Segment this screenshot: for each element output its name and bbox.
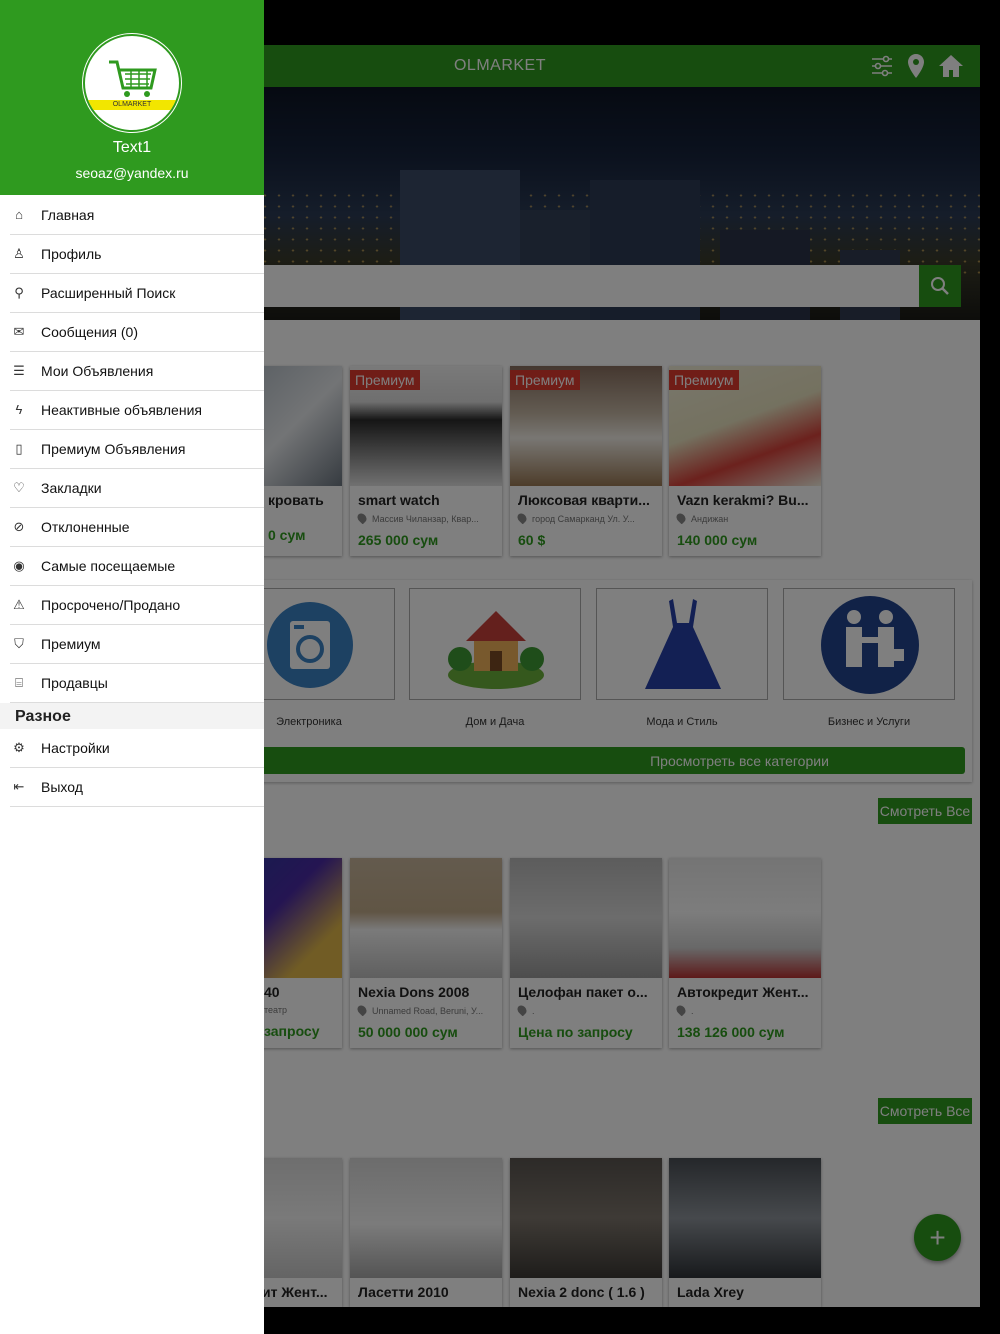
menu-item-rejected[interactable]: ⊘ Отклоненные <box>10 508 264 547</box>
menu-item-label: Премиум Объявления <box>41 441 186 457</box>
drawer-menu: ⌂ Главная ♙ Профиль ⚲ Расширенный Поиск ✉ Со… <box>0 196 264 807</box>
menu-item-most-visited[interactable]: ◉ Самые посещаемые <box>10 547 264 586</box>
logo-text: OLMARKET <box>87 100 177 110</box>
menu-item-profile[interactable]: ♙ Профиль <box>10 235 264 274</box>
home-icon: ⌂ <box>15 207 23 222</box>
menu-item-logout[interactable]: ⇤ Выход <box>10 768 264 807</box>
menu-item-expired-sold[interactable]: ⚠ Просрочено/Продано <box>10 586 264 625</box>
menu-item-label: Профиль <box>41 246 102 262</box>
bookmark-icon: ▯ <box>15 441 23 456</box>
navigation-drawer: OLMARKET Text1 seoaz@yandex.ru ⌂ Главная … <box>0 0 264 1334</box>
menu-item-label: Мои Объявления <box>41 363 154 379</box>
user-name: Text1 <box>112 139 152 156</box>
menu-item-label: Отклоненные <box>41 519 130 535</box>
menu-item-label: Продавцы <box>41 675 108 691</box>
menu-item-label: Неактивные объявления <box>41 402 202 418</box>
bag-icon: ⛉ <box>14 636 24 651</box>
menu-item-settings[interactable]: ⚙ Настройки <box>10 729 264 768</box>
store-icon: ⌸ <box>15 675 23 690</box>
menu-item-premium[interactable]: ⛉ Премиум <box>10 625 264 664</box>
menu-item-home[interactable]: ⌂ Главная <box>10 196 264 235</box>
menu-item-bookmarks[interactable]: ♡ Закладки <box>10 469 264 508</box>
blocked-icon: ⊘ <box>13 519 25 534</box>
shopping-cart-icon <box>109 60 157 97</box>
menu-item-label: Закладки <box>41 480 102 496</box>
menu-item-label: Просрочено/Продано <box>41 597 181 613</box>
heart-icon: ♡ <box>13 480 25 495</box>
menu-item-label: Самые посещаемые <box>41 558 176 574</box>
menu-item-label: Настройки <box>41 740 110 756</box>
eye-icon: ◉ <box>13 558 25 573</box>
logout-icon: ⇤ <box>13 779 25 794</box>
bolt-icon: ϟ <box>15 402 23 417</box>
menu-item-advanced-search[interactable]: ⚲ Расширенный Поиск <box>10 274 264 313</box>
user-icon: ♙ <box>13 246 25 261</box>
search-icon: ⚲ <box>14 285 24 300</box>
menu-item-sellers[interactable]: ⌸ Продавцы <box>10 664 264 703</box>
menu-item-label: Выход <box>41 779 83 795</box>
menu-item-label: Сообщения (0) <box>41 324 138 340</box>
menu-item-messages[interactable]: ✉ Сообщения (0) <box>10 313 264 352</box>
menu-section-misc: Разное <box>0 703 264 729</box>
list-icon: ☰ <box>13 363 25 378</box>
user-email: seoaz@yandex.ru <box>75 165 189 181</box>
drawer-header: OLMARKET Text1 seoaz@yandex.ru <box>0 0 264 195</box>
menu-item-my-ads[interactable]: ☰ Мои Объявления <box>10 352 264 391</box>
mail-icon: ✉ <box>13 324 25 339</box>
app-logo: OLMARKET <box>83 34 181 132</box>
menu-item-label: Премиум <box>41 636 101 652</box>
menu-item-inactive-ads[interactable]: ϟ Неактивные объявления <box>10 391 264 430</box>
section-title: Разное <box>15 708 71 725</box>
menu-item-label: Расширенный Поиск <box>41 285 176 301</box>
warning-icon: ⚠ <box>13 597 25 612</box>
gear-icon: ⚙ <box>13 740 25 755</box>
menu-item-label: Главная <box>41 207 95 223</box>
menu-item-premium-ads[interactable]: ▯ Премиум Объявления <box>10 430 264 469</box>
